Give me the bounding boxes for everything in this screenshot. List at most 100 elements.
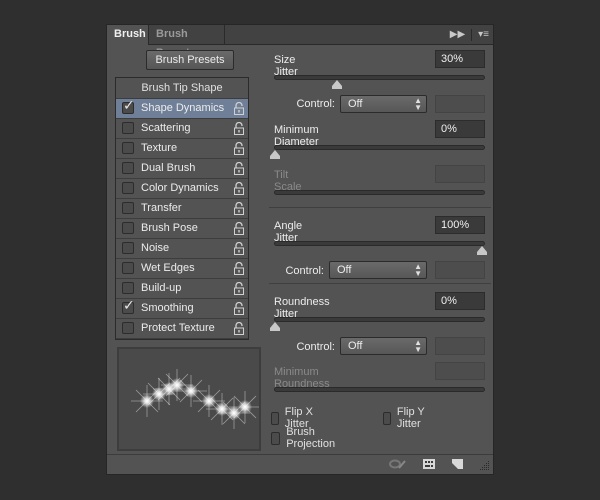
brush-option-item[interactable]: Wet Edges xyxy=(116,259,248,279)
lock-icon[interactable] xyxy=(234,322,244,335)
brush-option-item[interactable]: Noise xyxy=(116,239,248,259)
option-label: Wet Edges xyxy=(141,262,195,274)
brush-option-item[interactable]: Dual Brush xyxy=(116,159,248,179)
angle-control-label: Control: xyxy=(285,265,324,277)
toggle-live-tip-icon[interactable] xyxy=(389,459,407,470)
divider xyxy=(471,28,473,41)
select-value: Off xyxy=(348,98,363,110)
lock-icon[interactable] xyxy=(234,202,244,215)
panel-footer xyxy=(107,454,493,474)
checkbox[interactable] xyxy=(122,322,134,334)
option-label: Scattering xyxy=(141,122,191,134)
checkbox[interactable] xyxy=(122,122,134,134)
checkbox[interactable] xyxy=(122,242,134,254)
lock-icon[interactable] xyxy=(234,162,244,175)
minimum-roundness-slider xyxy=(274,387,485,392)
checkbox[interactable] xyxy=(271,431,281,445)
checkmark-icon: ✓ xyxy=(123,297,135,313)
minimum-diameter-slider[interactable] xyxy=(270,145,485,159)
size-control-label: Control: xyxy=(296,98,335,110)
sparkle-stroke-preview xyxy=(131,369,261,429)
divider xyxy=(269,207,491,208)
option-label: Texture xyxy=(141,142,178,154)
brush-grid-icon[interactable] xyxy=(423,459,435,469)
checkbox[interactable] xyxy=(122,202,134,214)
brush-option-item[interactable]: Build-up xyxy=(116,279,248,299)
option-label: Dual Brush xyxy=(141,162,196,174)
brush-option-item[interactable]: Color Dynamics xyxy=(116,179,248,199)
option-label: Protect Texture xyxy=(141,322,215,334)
checkbox[interactable] xyxy=(122,262,134,274)
tab-bar: Brush Brush Presets ▶▶ ▾≡ xyxy=(107,25,493,59)
slider-thumb[interactable] xyxy=(332,80,343,89)
size-control-select[interactable]: Off ▲ ▼ xyxy=(340,95,427,113)
lock-icon[interactable] xyxy=(234,302,244,315)
brush-option-item[interactable]: Texture xyxy=(116,139,248,159)
select-arrows-icon: ▲ ▼ xyxy=(414,338,422,354)
option-label: Noise xyxy=(141,242,170,254)
select-value: Off xyxy=(348,340,363,352)
lock-icon[interactable] xyxy=(234,242,244,255)
checkbox[interactable] xyxy=(122,282,134,294)
brush-option-item[interactable]: ✓ Shape Dynamics xyxy=(116,98,248,119)
angle-control-extra xyxy=(435,261,485,279)
brush-option-item[interactable]: ✓ Smoothing xyxy=(116,298,248,319)
lock-icon[interactable] xyxy=(234,142,244,155)
checkbox[interactable] xyxy=(122,142,134,154)
angle-jitter-input[interactable]: 100% xyxy=(435,216,485,234)
lock-icon[interactable] xyxy=(234,122,244,135)
checkbox[interactable] xyxy=(122,222,134,234)
roundness-control-extra xyxy=(435,337,485,355)
select-arrows-icon: ▲ ▼ xyxy=(414,96,422,112)
angle-control-select[interactable]: Off ▲ ▼ xyxy=(329,261,427,279)
slider-thumb[interactable] xyxy=(477,246,487,255)
lock-icon[interactable] xyxy=(234,282,244,295)
roundness-jitter-input[interactable]: 0% xyxy=(435,292,485,310)
option-label: Build-up xyxy=(141,282,182,294)
panel-menu-icon[interactable]: ▾≡ xyxy=(478,29,489,40)
option-label: Brush Pose xyxy=(141,222,198,234)
slider-thumb[interactable] xyxy=(270,322,280,331)
brush-option-item[interactable]: Protect Texture xyxy=(116,319,248,339)
checkbox[interactable] xyxy=(383,411,391,425)
roundness-control-label: Control: xyxy=(296,341,335,353)
minimum-diameter-input[interactable]: 0% xyxy=(435,120,485,138)
slider-thumb[interactable] xyxy=(270,150,280,159)
checkmark-icon: ✓ xyxy=(123,97,135,113)
brush-option-item[interactable]: Brush Pose xyxy=(116,219,248,239)
lock-icon[interactable] xyxy=(234,102,244,115)
brush-panel: Brush Brush Presets ▶▶ ▾≡ Brush Presets … xyxy=(106,24,494,475)
size-control-extra xyxy=(435,95,485,113)
minimum-roundness-input xyxy=(435,362,485,380)
resize-grip-icon[interactable] xyxy=(480,461,490,471)
brush-tip-shape-item[interactable]: Brush Tip Shape xyxy=(116,78,248,99)
tab-brush[interactable]: Brush xyxy=(107,25,149,45)
brush-option-item[interactable]: Transfer xyxy=(116,199,248,219)
roundness-control-select[interactable]: Off ▲ ▼ xyxy=(340,337,427,355)
brush-presets-button[interactable]: Brush Presets xyxy=(146,50,234,70)
brush-projection-checkbox[interactable]: Brush Projection xyxy=(271,426,339,450)
brush-stroke-preview xyxy=(117,347,261,451)
checkbox[interactable] xyxy=(122,162,134,174)
lock-icon[interactable] xyxy=(234,182,244,195)
lock-icon[interactable] xyxy=(234,262,244,275)
checkbox[interactable]: ✓ xyxy=(122,298,135,314)
roundness-jitter-slider[interactable] xyxy=(270,317,485,331)
lock-icon[interactable] xyxy=(234,222,244,235)
checkbox[interactable] xyxy=(122,182,134,194)
size-jitter-input[interactable]: 30% xyxy=(435,50,485,68)
create-new-brush-icon[interactable] xyxy=(452,459,463,469)
checkbox[interactable] xyxy=(271,411,279,425)
brush-option-item[interactable]: Scattering xyxy=(116,119,248,139)
option-label: Shape Dynamics xyxy=(141,102,225,114)
checkbox[interactable]: ✓ xyxy=(122,98,135,114)
tab-brush-presets[interactable]: Brush Presets xyxy=(149,25,225,59)
divider xyxy=(269,283,491,284)
flip-y-jitter-checkbox[interactable]: Flip Y Jitter xyxy=(383,406,426,430)
collapse-panel-icon[interactable]: ▶▶ xyxy=(450,29,465,40)
select-value: Off xyxy=(337,264,352,276)
angle-jitter-slider[interactable] xyxy=(274,241,487,255)
option-label: Transfer xyxy=(141,202,182,214)
select-arrows-icon: ▲ ▼ xyxy=(414,262,422,278)
size-jitter-slider[interactable] xyxy=(274,75,485,89)
